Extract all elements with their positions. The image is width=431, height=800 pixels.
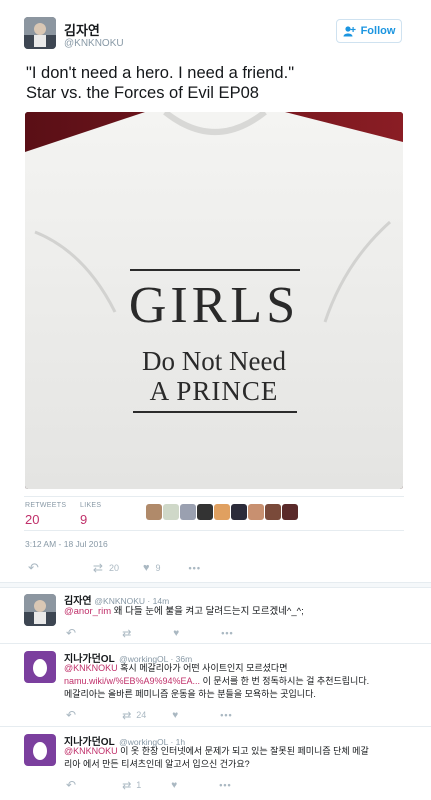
retweet-count: 24: [136, 710, 147, 720]
egg-icon: [33, 659, 47, 677]
tweet-text-line1: "I don't need a hero. I need a friend.": [26, 64, 295, 82]
reply-mention[interactable]: @anor_rim: [64, 606, 111, 617]
more-icon[interactable]: •••: [220, 710, 232, 720]
reply-body-line2: 이 문서를 한 번 정독하시는 걸 추천드립니다.: [200, 676, 370, 686]
like-count: 9: [155, 563, 161, 573]
egg-icon: [33, 742, 47, 760]
reply-body-line1: 혹시 메갈리아가 어떤 사이트인지 모르셨다면: [117, 663, 288, 673]
section-gap: [0, 582, 431, 588]
avatar[interactable]: [24, 594, 56, 626]
liker-avatar[interactable]: [265, 504, 281, 520]
heart-icon[interactable]: ♥: [143, 562, 150, 574]
reply-body-line2: 리아 에서 만든 티셔츠인데 알고서 입으신 건가요?: [64, 759, 250, 769]
retweet-count: 1: [136, 780, 142, 790]
tweet-timestamp[interactable]: 3:12 AM - 18 Jul 2016: [25, 539, 108, 549]
reply-link[interactable]: namu.wiki/w/%EB%A9%94%EA...: [64, 676, 200, 686]
divider: [24, 496, 404, 497]
reply-icon[interactable]: ↶: [66, 708, 76, 722]
reply-body: 왜 다들 눈에 불을 켜고 달려드는지 모르겠네^_^;: [111, 606, 304, 617]
heart-icon[interactable]: ♥: [172, 710, 178, 721]
likes-count: 9: [80, 512, 88, 527]
add-user-icon: [343, 25, 356, 36]
liker-avatars: [146, 504, 299, 520]
reply-icon[interactable]: ↶: [28, 560, 39, 576]
reply-body-line1: 이 옷 한창 인터넷에서 문제가 되고 있는 잘못된 페미니즘 단체 메갈: [117, 746, 369, 756]
divider: [0, 643, 431, 644]
retweets-label: RETWEETS: [25, 502, 67, 509]
heart-icon[interactable]: ♥: [173, 628, 179, 639]
reply-text: @KNKNOKU 혹시 메갈리아가 어떤 사이트인지 모르셨다면 namu.wi…: [64, 662, 424, 701]
liker-avatar[interactable]: [248, 504, 264, 520]
reply-mention[interactable]: @KNKNOKU: [64, 663, 118, 673]
avatar-image: [24, 594, 56, 626]
avatar[interactable]: [24, 17, 56, 49]
avatar-image: [24, 17, 56, 49]
reply-icon[interactable]: ↶: [66, 778, 76, 792]
avatar-egg[interactable]: [24, 651, 56, 683]
reply-text: @KNKNOKU 이 옷 한창 인터넷에서 문제가 되고 있는 잘못된 페미니즘…: [64, 745, 424, 771]
shirt-text-do-not-need: Do Not Need: [142, 346, 286, 376]
avatar-egg[interactable]: [24, 734, 56, 766]
retweet-icon[interactable]: ⇄: [122, 709, 131, 722]
tweet-text-line2: Star vs. the Forces of Evil EP08: [26, 84, 259, 102]
reply-actions: ↶ ⇄ ♥ •••: [66, 626, 234, 640]
tweet-actions: ↶ ⇄ 20 ♥ 9 •••: [28, 560, 201, 576]
more-icon[interactable]: •••: [221, 628, 233, 638]
reply-actions: ↶ ⇄ 1 ♥ •••: [66, 778, 232, 792]
retweets-count: 20: [25, 512, 40, 527]
divider: [0, 726, 431, 727]
more-icon[interactable]: •••: [189, 563, 201, 573]
retweet-count: 20: [108, 563, 119, 573]
liker-avatar[interactable]: [214, 504, 230, 520]
reply-mention[interactable]: @KNKNOKU: [64, 746, 118, 756]
likes-stat[interactable]: LIKES 9: [80, 502, 101, 527]
shirt-text-girls: GIRLS: [128, 277, 300, 334]
retweet-icon[interactable]: ⇄: [93, 561, 103, 575]
author-handle[interactable]: @KNKNOKU: [64, 38, 124, 49]
liker-avatar[interactable]: [197, 504, 213, 520]
tweet-text: "I don't need a hero. I need a friend." …: [26, 63, 416, 103]
reply-actions: ↶ ⇄ 24 ♥ •••: [66, 708, 233, 722]
retweet-icon[interactable]: ⇄: [122, 779, 131, 792]
reply-icon[interactable]: ↶: [66, 626, 76, 640]
reply-body-line3: 메갈리아는 올바른 페미니즘 운동을 하는 분들을 모욕하는 곳입니다.: [64, 689, 316, 699]
follow-button[interactable]: Follow: [336, 19, 402, 43]
liker-avatar[interactable]: [163, 504, 179, 520]
reply-text: @anor_rim 왜 다들 눈에 불을 켜고 달려드는지 모르겠네^_^;: [64, 605, 414, 619]
retweet-icon[interactable]: ⇄: [122, 627, 131, 640]
tweet-photo[interactable]: GIRLS Do Not Need A PRINCE: [25, 112, 403, 489]
divider: [24, 530, 404, 531]
follow-label: Follow: [360, 25, 396, 37]
liker-avatar[interactable]: [180, 504, 196, 520]
retweets-stat[interactable]: RETWEETS 20: [25, 502, 66, 527]
shirt-text-a-prince: A PRINCE: [149, 376, 279, 406]
heart-icon[interactable]: ♥: [171, 780, 177, 791]
liker-avatar[interactable]: [146, 504, 162, 520]
more-icon[interactable]: •••: [219, 780, 231, 790]
likes-label: LIKES: [80, 502, 102, 509]
author-name[interactable]: 김자연: [64, 20, 100, 39]
liker-avatar[interactable]: [231, 504, 247, 520]
liker-avatar[interactable]: [282, 504, 298, 520]
